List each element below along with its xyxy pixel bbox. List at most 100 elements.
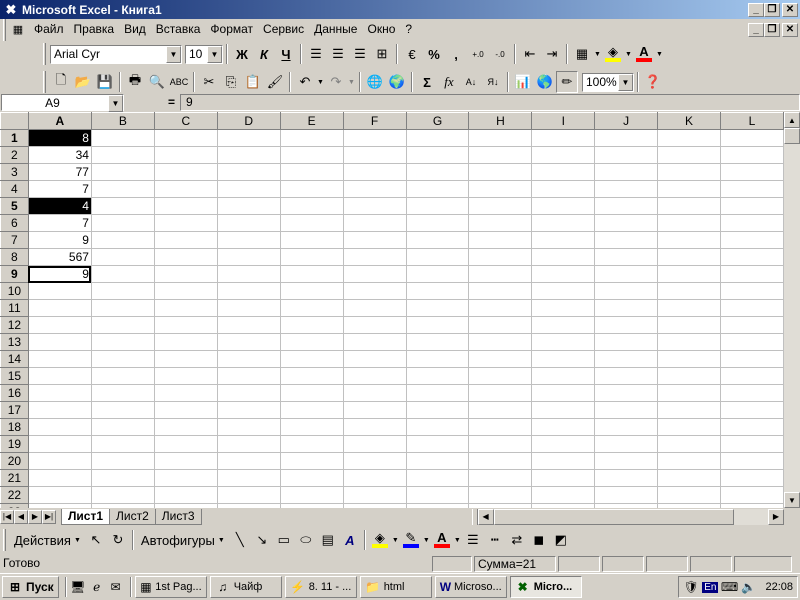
chart-wizard-icon[interactable]: 📊 — [512, 71, 534, 93]
arrow-icon[interactable]: ↘ — [251, 529, 273, 551]
cell-D3[interactable] — [217, 163, 281, 181]
row-header[interactable]: 20 — [0, 452, 29, 470]
row-header[interactable]: 15 — [0, 367, 29, 385]
cell-I14[interactable] — [531, 350, 596, 368]
row-header[interactable]: 6 — [0, 214, 29, 232]
cell-A3[interactable]: 77 — [28, 163, 92, 181]
task-winamp[interactable]: ⚡ 8. 11 - ... — [284, 576, 357, 598]
cell-I7[interactable] — [531, 231, 596, 249]
row-header[interactable]: 11 — [0, 299, 29, 317]
cell-H13[interactable] — [468, 333, 533, 351]
cell-C11[interactable] — [154, 299, 218, 317]
first-sheet-button[interactable]: |◀ — [0, 509, 14, 524]
cell-E12[interactable] — [280, 316, 344, 334]
column-header[interactable]: G — [405, 112, 470, 130]
cell-A21[interactable] — [28, 469, 92, 487]
cell-J21[interactable] — [594, 469, 659, 487]
cell-K2[interactable] — [657, 146, 722, 164]
cell-I8[interactable] — [531, 248, 596, 266]
italic-button[interactable]: К — [253, 43, 275, 65]
cell-L19[interactable] — [720, 435, 784, 453]
cell-C22[interactable] — [154, 486, 218, 504]
cell-B2[interactable] — [91, 146, 155, 164]
cell-C14[interactable] — [154, 350, 218, 368]
cell-J17[interactable] — [594, 401, 659, 419]
cell-A4[interactable]: 7 — [28, 180, 92, 198]
column-header[interactable]: E — [279, 112, 344, 130]
cell-F22[interactable] — [343, 486, 407, 504]
cell-I18[interactable] — [531, 418, 596, 436]
cell-E4[interactable] — [280, 180, 344, 198]
cell-B19[interactable] — [91, 435, 155, 453]
task-frontpage[interactable]: ▦ 1st Pag... — [134, 576, 207, 598]
cell-A2[interactable]: 34 — [28, 146, 92, 164]
cell-H3[interactable] — [468, 163, 533, 181]
cell-K6[interactable] — [657, 214, 722, 232]
cell-C10[interactable] — [154, 282, 218, 300]
menu-window[interactable]: Окно — [362, 20, 400, 39]
cell-C8[interactable] — [154, 248, 218, 266]
autosum-button[interactable]: Σ — [416, 71, 438, 93]
drawing-icon[interactable]: ✏ — [556, 71, 578, 93]
print-preview-icon[interactable]: 🔍 — [146, 71, 168, 93]
chevron-down-icon[interactable]: ▼ — [655, 43, 664, 65]
cell-J10[interactable] — [594, 282, 659, 300]
cell-K7[interactable] — [657, 231, 722, 249]
cell-L11[interactable] — [720, 299, 784, 317]
column-header[interactable]: J — [594, 112, 659, 130]
hyperlink-icon[interactable]: 🌐 — [364, 71, 386, 93]
cell-K11[interactable] — [657, 299, 722, 317]
task-chaif[interactable]: ♫ Чайф — [209, 576, 282, 598]
row-header[interactable]: 16 — [0, 384, 29, 402]
cell-E16[interactable] — [280, 384, 344, 402]
spelling-icon[interactable]: ABC — [168, 71, 190, 93]
cell-E15[interactable] — [280, 367, 344, 385]
cell-E18[interactable] — [280, 418, 344, 436]
cell-D4[interactable] — [217, 180, 281, 198]
line-color-icon[interactable]: ✎ — [400, 529, 422, 551]
shield-icon[interactable]: 🛡 — [683, 579, 699, 595]
cell-B3[interactable] — [91, 163, 155, 181]
cell-A18[interactable] — [28, 418, 92, 436]
next-sheet-button[interactable]: ▶ — [28, 509, 42, 524]
cell-I21[interactable] — [531, 469, 596, 487]
cell-B18[interactable] — [91, 418, 155, 436]
cell-A5[interactable]: 4 — [28, 197, 92, 215]
cell-H12[interactable] — [468, 316, 533, 334]
cell-J13[interactable] — [594, 333, 659, 351]
desktop-icon[interactable]: 🖥 — [70, 579, 86, 595]
cell-G16[interactable] — [406, 384, 470, 402]
cell-E7[interactable] — [280, 231, 344, 249]
cell-K15[interactable] — [657, 367, 722, 385]
cell-A8[interactable]: 567 — [28, 248, 92, 266]
menu-file[interactable]: Файл — [29, 20, 69, 39]
chevron-down-icon[interactable]: ▼ — [391, 529, 400, 551]
restore-button[interactable]: ❐ — [764, 2, 780, 17]
cell-C17[interactable] — [154, 401, 218, 419]
task-word[interactable]: W Microso... — [434, 576, 507, 598]
row-header[interactable]: 18 — [0, 418, 29, 436]
cell-H14[interactable] — [468, 350, 533, 368]
cell-G5[interactable] — [406, 197, 470, 215]
copy-icon[interactable]: ⎘ — [220, 71, 242, 93]
cell-D19[interactable] — [217, 435, 281, 453]
cell-I9[interactable] — [531, 265, 596, 283]
cell-C3[interactable] — [154, 163, 218, 181]
cell-J3[interactable] — [594, 163, 659, 181]
wordart-icon[interactable]: A — [339, 529, 361, 551]
hscroll-thumb[interactable] — [493, 508, 734, 525]
clock[interactable]: 22:08 — [765, 581, 793, 593]
cell-I12[interactable] — [531, 316, 596, 334]
cell-L6[interactable] — [720, 214, 784, 232]
cell-B14[interactable] — [91, 350, 155, 368]
cell-J15[interactable] — [594, 367, 659, 385]
menu-handle[interactable] — [3, 18, 6, 41]
undo-icon[interactable]: ↶ — [294, 71, 316, 93]
cell-K3[interactable] — [657, 163, 722, 181]
cell-C4[interactable] — [154, 180, 218, 198]
close-button[interactable]: ✕ — [782, 2, 798, 17]
office-assistant-icon[interactable]: ❓ — [642, 71, 664, 93]
cell-I16[interactable] — [531, 384, 596, 402]
cell-D22[interactable] — [217, 486, 281, 504]
cell-L8[interactable] — [720, 248, 784, 266]
